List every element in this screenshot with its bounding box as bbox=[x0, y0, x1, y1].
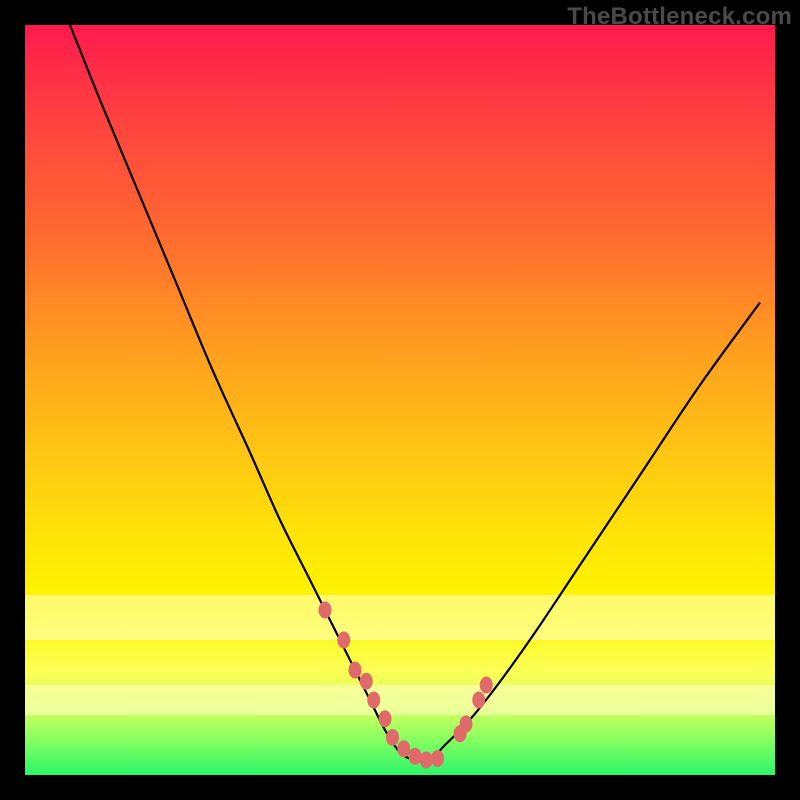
highlight-dot bbox=[337, 632, 350, 649]
highlight-dot bbox=[480, 677, 493, 694]
highlight-dots-group bbox=[319, 602, 493, 769]
bottleneck-curve-svg bbox=[25, 25, 775, 775]
highlight-dot bbox=[319, 602, 332, 619]
chart-frame bbox=[25, 25, 775, 775]
highlight-dot bbox=[397, 740, 410, 757]
highlight-dot bbox=[409, 748, 422, 765]
highlight-dot bbox=[367, 692, 380, 709]
highlight-dot bbox=[460, 716, 473, 733]
highlight-dot bbox=[360, 673, 373, 690]
highlight-dot bbox=[472, 692, 485, 709]
watermark-text: TheBottleneck.com bbox=[567, 3, 792, 31]
highlight-dot bbox=[386, 729, 399, 746]
highlight-dot bbox=[379, 710, 392, 727]
highlight-dot bbox=[349, 662, 362, 679]
highlight-dot bbox=[420, 752, 433, 769]
bottleneck-curve bbox=[70, 25, 760, 761]
highlight-dot bbox=[431, 750, 444, 767]
